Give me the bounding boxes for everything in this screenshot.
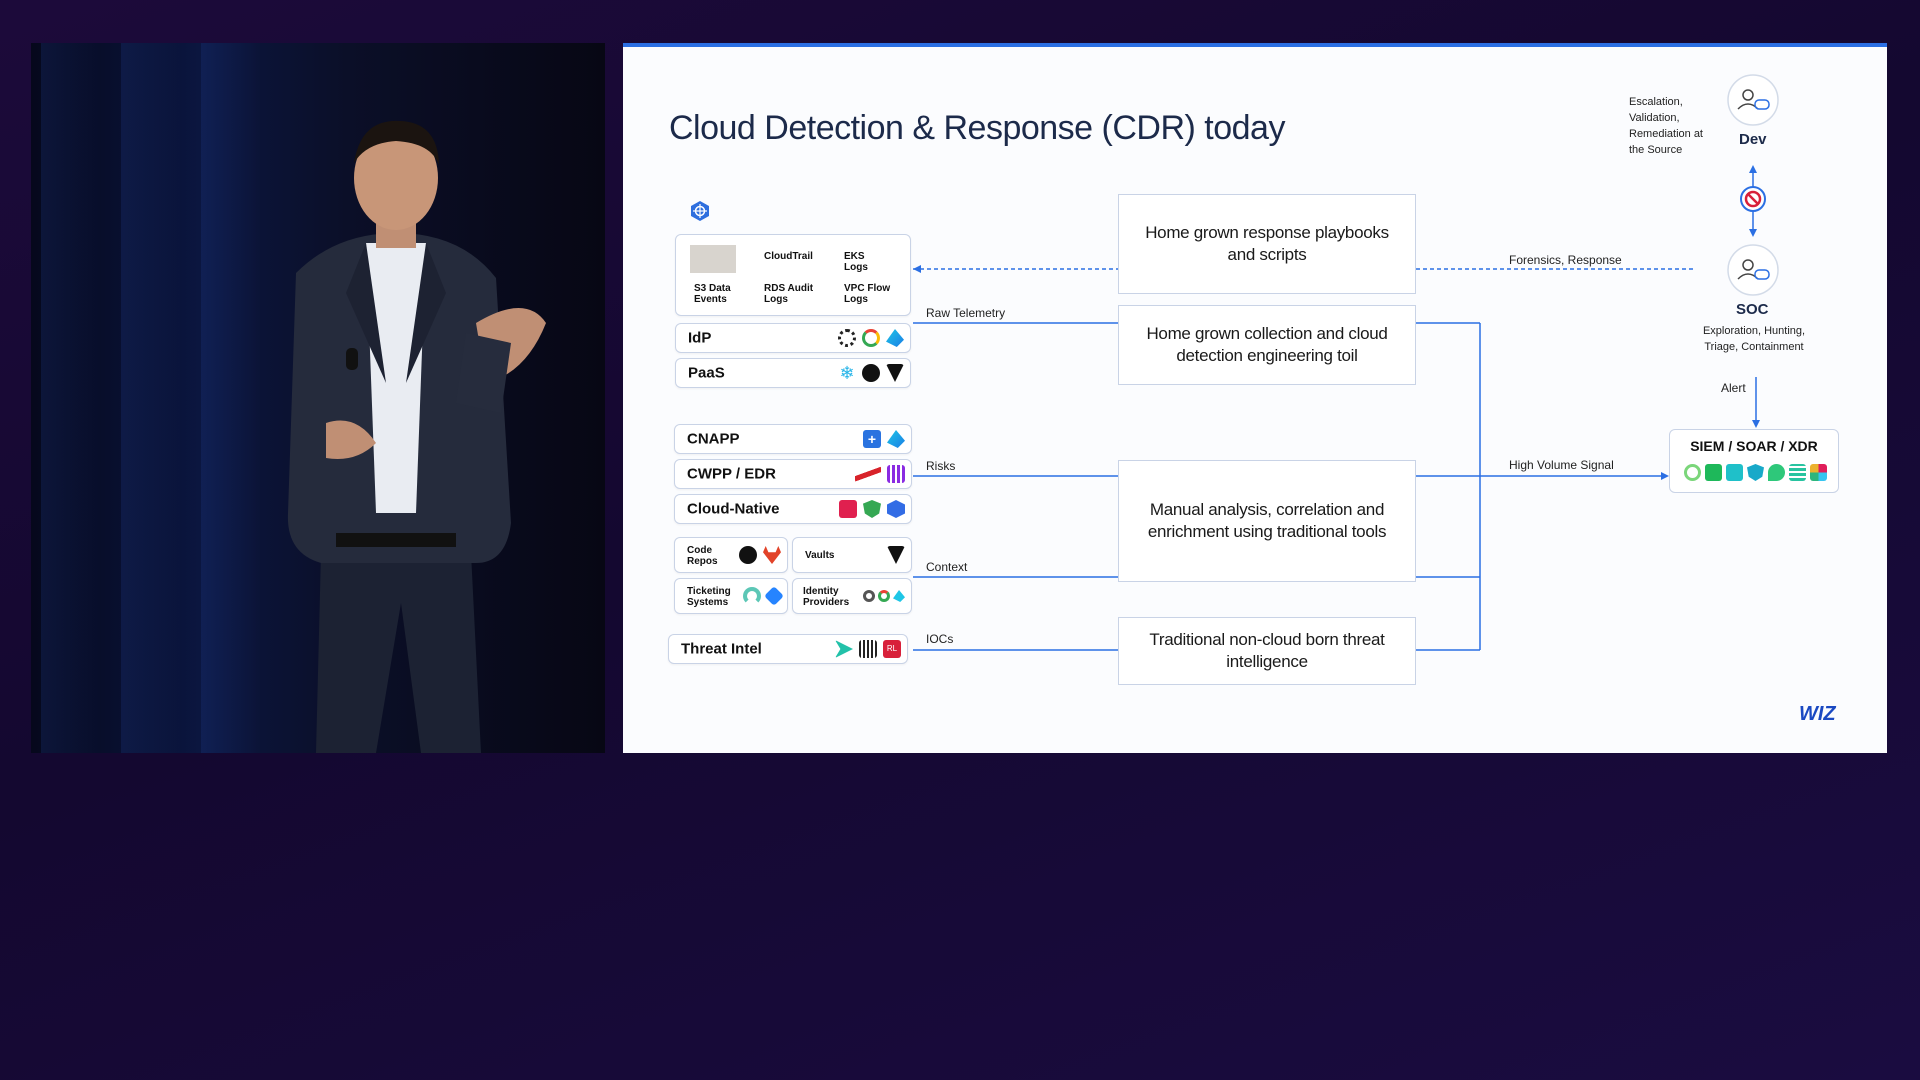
iocs-label: IOCs <box>926 632 954 646</box>
aws-logs-card: CloudTrail EKS Logs S3 Data Events RDS A… <box>675 234 911 316</box>
sentinelone-icon <box>887 465 905 483</box>
okta-icon <box>863 590 875 602</box>
vercel-icon <box>886 364 904 382</box>
dev-avatar-icon <box>1727 74 1779 126</box>
siem-soar-xdr-box: SIEM / SOAR / XDR <box>1669 429 1839 493</box>
siem-title: SIEM / SOAR / XDR <box>1690 438 1818 454</box>
kubernetes-icon <box>887 500 905 518</box>
source-label: Ticketing Systems <box>687 586 731 608</box>
source-idp: IdP <box>675 323 911 353</box>
source-label: Vaults <box>805 550 835 561</box>
slack-icon <box>1810 464 1827 481</box>
plus-icon: + <box>863 430 881 448</box>
soc-note: Exploration, Hunting, Triage, Containmen… <box>1702 325 1806 353</box>
okta-icon <box>838 329 856 347</box>
plus-icon <box>1726 464 1743 481</box>
source-cwpp-edr: CWPP / EDR <box>674 459 912 489</box>
gcp-security-icon <box>863 500 881 518</box>
source-label: Cloud-Native <box>687 500 780 518</box>
gitlab-icon <box>763 546 781 564</box>
presentation-slide: Cloud Detection & Response (CDR) today C… <box>623 43 1887 753</box>
snowflake-icon: ❄ <box>839 363 855 383</box>
jira-icon <box>764 586 784 606</box>
s3-data-events-label: S3 Data Events <box>694 283 731 305</box>
speaker-video <box>31 43 605 753</box>
rds-audit-logs-label: RDS Audit Logs <box>764 283 814 305</box>
source-threat-intel: Threat Intel RL <box>668 634 908 664</box>
forensics-response-label: Forensics, Response <box>1509 253 1622 267</box>
source-code-repos: Code Repos <box>674 537 788 573</box>
source-ticketing: Ticketing Systems <box>674 578 788 614</box>
rl-icon: RL <box>883 640 901 658</box>
azure-icon <box>893 590 905 602</box>
sumo-icon <box>1684 464 1701 481</box>
dev-note: Escalation, Validation, Remediation at t… <box>1629 96 1703 156</box>
risks-label: Risks <box>926 459 956 473</box>
process-threat-intelligence: Traditional non-cloud born threat intell… <box>1118 617 1416 685</box>
source-label: IdP <box>688 329 712 347</box>
source-label: CNAPP <box>687 430 740 448</box>
source-label: Code Repos <box>687 545 718 567</box>
azure-icon <box>886 329 904 347</box>
shield-icon <box>1747 464 1764 481</box>
source-cnapp: CNAPP + <box>674 424 912 454</box>
servicenow-icon <box>743 587 761 605</box>
aws-logo-placeholder <box>690 245 736 273</box>
process-manual-analysis: Manual analysis, correlation and enrichm… <box>1118 460 1416 582</box>
cloudtrail-label: CloudTrail <box>764 251 813 262</box>
source-paas: PaaS ❄ <box>675 358 911 388</box>
source-identity-providers: Identity Providers <box>792 578 912 614</box>
vpc-flow-logs-label: VPC Flow Logs <box>844 283 891 305</box>
source-cloud-native: Cloud-Native <box>674 494 912 524</box>
source-label: Identity Providers <box>803 586 850 608</box>
source-label: PaaS <box>688 364 725 382</box>
kubernetes-icon <box>691 201 709 221</box>
elastic-icon <box>1768 464 1785 481</box>
alert-label: Alert <box>1721 381 1746 395</box>
terminal-icon <box>1705 464 1722 481</box>
curtain-fold <box>41 43 101 753</box>
github-icon <box>739 546 757 564</box>
stack-icon <box>1789 464 1806 481</box>
eks-logs-label: EKS Logs <box>844 251 868 273</box>
process-collection-detection: Home grown collection and cloud detectio… <box>1118 305 1416 385</box>
google-icon <box>862 329 880 347</box>
soc-avatar-icon <box>1727 244 1779 296</box>
wiz-logo: WIZ <box>1799 703 1836 725</box>
curtain-fold <box>121 43 181 753</box>
azure-icon <box>887 430 905 448</box>
crowdstrike-icon <box>855 465 881 483</box>
soc-title: SOC <box>1736 301 1769 318</box>
dev-title: Dev <box>1739 131 1767 148</box>
vault-icon <box>887 546 905 564</box>
aws-security-icon <box>839 500 857 518</box>
speaker-figure <box>287 120 546 753</box>
google-icon <box>878 590 890 602</box>
raw-telemetry-label: Raw Telemetry <box>926 306 1006 320</box>
process-response-playbooks: Home grown response playbooks and script… <box>1118 194 1416 294</box>
context-label: Context <box>926 560 968 574</box>
source-label: Threat Intel <box>681 640 762 658</box>
blocked-icon <box>1740 186 1766 212</box>
arrow-icon <box>835 640 853 658</box>
source-vaults: Vaults <box>792 537 912 573</box>
recorded-icon <box>859 640 877 658</box>
high-volume-signal-label: High Volume Signal <box>1509 458 1614 472</box>
source-label: CWPP / EDR <box>687 465 776 483</box>
github-icon <box>862 364 880 382</box>
